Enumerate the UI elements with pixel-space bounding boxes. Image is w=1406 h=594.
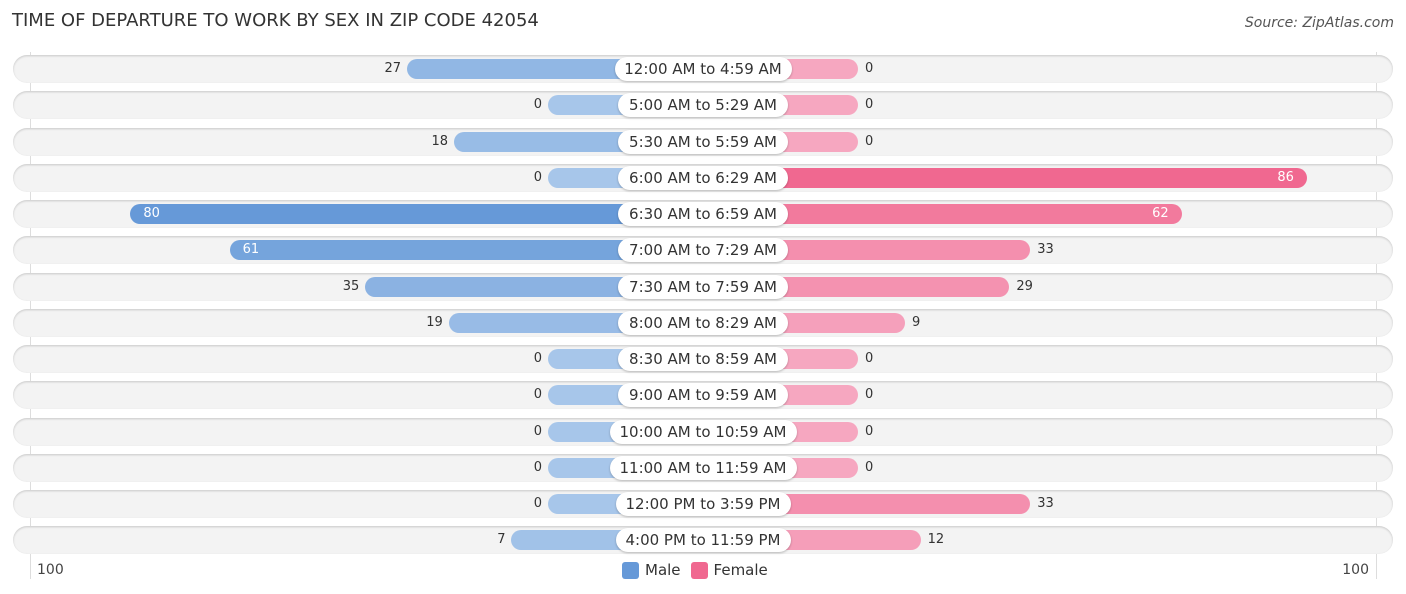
male-value-label: 0	[533, 423, 542, 439]
legend-item-female[interactable]: Female	[690, 561, 768, 579]
axis-label-right: 100	[1342, 562, 1369, 578]
legend-swatch-female	[690, 561, 708, 579]
category-label: 8:00 AM to 8:29 AM	[618, 310, 788, 335]
chart-title: TIME OF DEPARTURE TO WORK BY SEX IN ZIP …	[12, 10, 539, 31]
male-value-label: 0	[533, 496, 542, 511]
axis-label-left: 100	[37, 562, 64, 578]
male-value-label: 0	[533, 97, 542, 113]
category-label: 6:30 AM to 6:59 AM	[618, 202, 788, 226]
male-value-label: 35	[342, 278, 360, 294]
source-label: Source: ZipAtlas.com	[1244, 15, 1394, 31]
legend: Male Female	[622, 561, 778, 579]
female-value-label: 0	[865, 387, 874, 403]
category-label: 7:30 AM to 7:59 AM	[618, 274, 788, 299]
category-label: 5:30 AM to 5:59 AM	[618, 129, 788, 154]
female-value-label: 29	[1016, 278, 1033, 294]
male-value-label: 0	[533, 351, 542, 366]
category-label: 7:00 AM to 7:29 AM	[618, 238, 788, 263]
female-value-label: 86	[1277, 169, 1294, 185]
female-value-label: 62	[1152, 206, 1169, 221]
female-value-label: 0	[865, 351, 874, 366]
category-label: 11:00 AM to 11:59 AM	[609, 455, 797, 480]
female-value-label: 0	[865, 423, 874, 439]
male-value-label: 61	[242, 242, 260, 258]
male-value-label: 0	[533, 387, 542, 403]
female-value-label: 12	[927, 532, 945, 548]
category-label: 8:30 AM to 8:59 AM	[618, 347, 788, 371]
legend-swatch-male	[622, 561, 639, 579]
legend-item-male[interactable]: Male	[622, 561, 681, 579]
female-value-label: 0	[865, 61, 874, 76]
female-bar[interactable]	[703, 167, 1307, 188]
female-value-label: 0	[865, 97, 874, 113]
male-value-label: 0	[533, 459, 542, 475]
category-label: 12:00 AM to 4:59 AM	[614, 57, 792, 81]
male-value-label: 0	[533, 169, 542, 185]
category-label: 6:00 AM to 6:29 AM	[618, 165, 788, 190]
legend-label-male: Male	[645, 561, 681, 579]
male-value-label: 18	[431, 133, 449, 149]
category-label: 5:00 AM to 5:29 AM	[618, 93, 788, 118]
male-value-label: 80	[143, 206, 160, 221]
male-value-label: 27	[384, 61, 402, 76]
female-value-label: 33	[1037, 242, 1054, 258]
category-label: 9:00 AM to 9:59 AM	[618, 383, 788, 408]
female-value-label: 33	[1037, 496, 1054, 511]
category-label: 4:00 PM to 11:59 PM	[615, 528, 791, 553]
category-label: 10:00 AM to 10:59 AM	[609, 419, 797, 444]
category-label: 12:00 PM to 3:59 PM	[615, 492, 791, 516]
male-value-label: 7	[497, 532, 506, 548]
legend-label-female: Female	[713, 561, 768, 579]
female-value-label: 0	[865, 133, 874, 149]
female-value-label: 9	[911, 314, 921, 330]
male-value-label: 19	[426, 314, 443, 330]
female-value-label: 0	[865, 459, 874, 475]
